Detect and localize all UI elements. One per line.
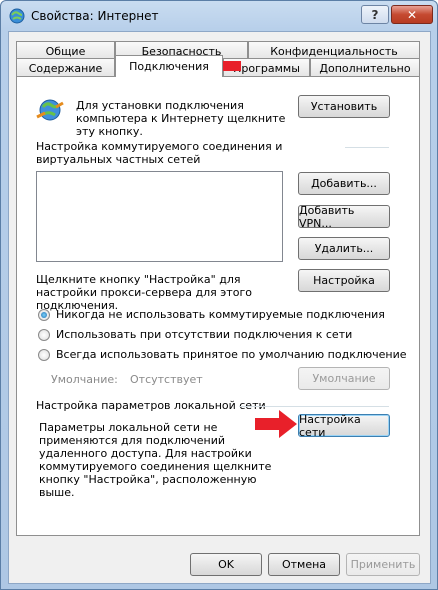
radio-always-dial[interactable] (38, 349, 50, 361)
dialup-settings-button[interactable]: Настройка (298, 269, 390, 292)
tab-content[interactable]: Содержание (16, 58, 115, 77)
internet-options-icon (9, 8, 25, 24)
proxy-hint: Щелкните кнопку "Настройка" для настройк… (36, 273, 252, 312)
window-title: Свойства: Интернет (31, 9, 159, 23)
properties-window: Свойства: Интернет ? ✕ Общие Безопасност… (0, 0, 438, 590)
set-default-button[interactable]: Умолчание (298, 367, 390, 390)
lan-settings-button[interactable]: Настройка сети (298, 413, 390, 439)
red-arrow-lan-button-icon (255, 410, 297, 438)
dialup-header: Настройка коммутируемого соединения и ви… (36, 140, 283, 166)
network-globe-icon (36, 99, 64, 121)
lan-header: Настройка параметров локальной сети (36, 399, 266, 412)
add-vpn-button[interactable]: Добавить VPN... (298, 204, 390, 230)
title-bar[interactable]: Свойства: Интернет ? ✕ (1, 1, 437, 31)
cancel-button[interactable]: Отмена (268, 553, 340, 576)
tab-advanced[interactable]: Дополнительно (310, 58, 420, 77)
apply-button[interactable]: Применить (346, 553, 420, 576)
help-button[interactable]: ? (361, 5, 389, 24)
radio-dial-when-absent[interactable] (38, 329, 50, 341)
lan-text: Параметры локальной сети не применяются … (39, 421, 272, 499)
connections-listbox[interactable] (36, 171, 283, 262)
radio-always-dial-label[interactable]: Всегда использовать принятое по умолчани… (56, 348, 407, 361)
add-button[interactable]: Добавить... (298, 172, 390, 195)
lan-separator (239, 406, 389, 407)
dialup-separator (345, 147, 389, 148)
remove-button[interactable]: Удалить... (298, 237, 390, 260)
setup-text: Для установки подключения компьютера к И… (76, 99, 286, 138)
radio-dial-when-absent-label[interactable]: Использовать при отсутствии подключения … (56, 328, 352, 341)
default-value: Отсутствует (130, 373, 203, 386)
radio-never-dial[interactable] (38, 309, 50, 321)
setup-button-label: Установить (310, 100, 378, 113)
ok-button[interactable]: OK (190, 553, 262, 576)
default-label: Умолчание: (51, 373, 118, 386)
tab-connections[interactable]: Подключения (115, 55, 223, 77)
close-button[interactable]: ✕ (391, 5, 433, 24)
radio-never-dial-label[interactable]: Никогда не использовать коммутируемые по… (56, 308, 385, 321)
setup-button[interactable]: Установить (298, 95, 390, 118)
